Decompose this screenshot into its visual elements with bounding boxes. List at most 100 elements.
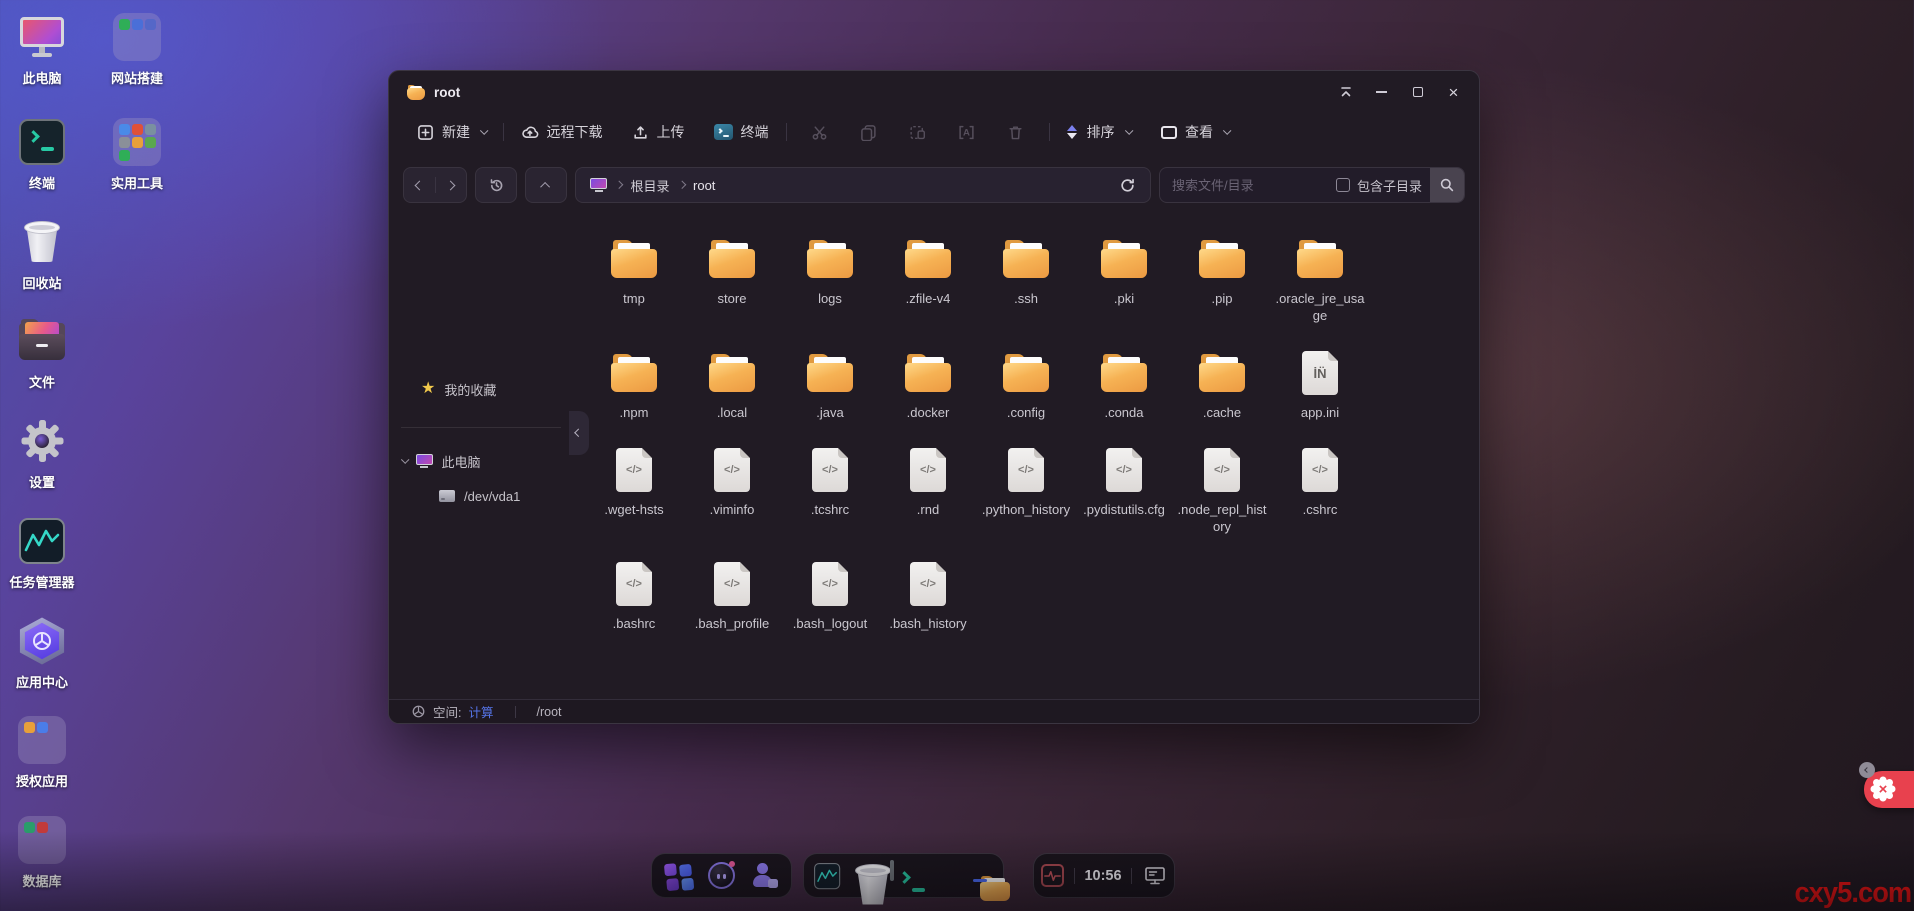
desktop-icon-task-manager[interactable]: 任务管理器 (0, 517, 84, 591)
clock[interactable]: 10:56 (1084, 868, 1121, 884)
robot-icon (708, 862, 735, 889)
folder-icon (905, 354, 951, 392)
desktop-icon-website-building[interactable]: 网站搭建 (95, 13, 179, 87)
system-monitor-button[interactable] (1039, 859, 1065, 893)
file-item-.docker[interactable]: .docker (879, 351, 977, 421)
desktop-icon-label: 设置 (29, 472, 55, 491)
view-label: 查看 (1185, 122, 1213, 142)
settings-task-button[interactable] (927, 859, 957, 893)
sidebar-item-favorites[interactable]: ★ 我的收藏 (421, 376, 496, 402)
forward-icon[interactable] (446, 180, 456, 190)
file-item-.cache[interactable]: .cache (1173, 351, 1271, 421)
file-item-tmp[interactable]: tmp (585, 237, 683, 324)
desktop-icon-this-pc[interactable]: 此电脑 (0, 13, 84, 87)
file-icon: </> (714, 562, 750, 606)
file-item-.java[interactable]: .java (781, 351, 879, 421)
breadcrumb-root[interactable]: 根目录 (631, 176, 670, 195)
minimize-icon[interactable] (1374, 85, 1389, 100)
window-title: root (434, 85, 460, 100)
desktop-icon-label: 网站搭建 (111, 68, 163, 87)
statusbar: 空间: 计算 /root (389, 699, 1479, 723)
cut-icon[interactable] (810, 122, 830, 142)
breadcrumb[interactable]: 根目录 root (575, 167, 1151, 203)
up-button[interactable] (525, 167, 567, 203)
file-manager-task-button[interactable] (965, 859, 995, 893)
back-icon[interactable] (414, 180, 424, 190)
file-name: app.ini (1301, 404, 1339, 421)
include-subdirs-checkbox[interactable] (1336, 178, 1350, 192)
assistant-button[interactable] (707, 859, 737, 893)
new-button[interactable]: 新建 (417, 122, 486, 142)
file-item-app.ini[interactable]: İN̈ app.ini (1271, 351, 1369, 421)
search-input[interactable] (1172, 178, 1336, 193)
file-item-.pip[interactable]: .pip (1173, 237, 1271, 324)
file-item-.oracle_jre_usage[interactable]: .oracle_jre_usage (1271, 237, 1369, 324)
maximize-icon[interactable] (1410, 85, 1425, 100)
file-icon: </> (1204, 448, 1240, 492)
active-indicator (973, 879, 987, 882)
terminal-task-button[interactable] (888, 859, 918, 893)
task-manager-task-button[interactable] (812, 859, 842, 893)
file-name: .local (717, 404, 747, 421)
sidebar-item-this-pc[interactable]: 此电脑 (401, 448, 481, 474)
floating-close-widget[interactable]: × (1864, 771, 1914, 808)
file-item-.pydistutils.cfg[interactable]: </> .pydistutils.cfg (1075, 448, 1173, 535)
upload-button[interactable]: 上传 (632, 122, 685, 142)
widget-collapse-button[interactable] (1859, 762, 1875, 778)
file-item-.bash_profile[interactable]: </> .bash_profile (683, 562, 781, 632)
rename-icon[interactable]: A (957, 122, 977, 142)
expand-chevron-icon[interactable] (401, 456, 409, 464)
refresh-button[interactable] (1119, 177, 1136, 194)
history-button[interactable] (475, 167, 517, 203)
desktop-icon-terminal[interactable]: 终端 (0, 118, 84, 192)
file-item-.bash_history[interactable]: </> .bash_history (879, 562, 977, 632)
file-item-.conda[interactable]: .conda (1075, 351, 1173, 421)
history-nav (403, 167, 467, 203)
sort-button[interactable]: 排序 (1067, 122, 1131, 142)
window-titlebar[interactable]: root × (389, 71, 1479, 113)
rollup-icon[interactable] (1338, 85, 1353, 100)
recycle-bin-task-button[interactable] (850, 859, 880, 893)
view-button[interactable]: 查看 (1161, 122, 1229, 142)
terminal-button[interactable]: 终端 (714, 122, 769, 142)
file-item-.tcshrc[interactable]: </> .tcshrc (781, 448, 879, 535)
file-icon: </> (714, 448, 750, 492)
desktop-icon-licensed-apps[interactable]: 授权应用 (0, 716, 84, 790)
file-item-.ssh[interactable]: .ssh (977, 237, 1075, 324)
file-item-.node_repl_history[interactable]: </> .node_repl_history (1173, 448, 1271, 535)
delete-icon[interactable] (1006, 122, 1026, 142)
file-item-.local[interactable]: .local (683, 351, 781, 421)
history-icon (488, 177, 505, 194)
file-item-.bash_logout[interactable]: </> .bash_logout (781, 562, 879, 632)
file-item-.cshrc[interactable]: </> .cshrc (1271, 448, 1369, 535)
breadcrumb-current[interactable]: root (693, 178, 715, 193)
file-item-.config[interactable]: .config (977, 351, 1075, 421)
paste-icon[interactable] (908, 122, 928, 142)
file-item-.viminfo[interactable]: </> .viminfo (683, 448, 781, 535)
desktop-icon-files[interactable]: 文件 (0, 317, 84, 391)
app-launcher-button[interactable] (664, 859, 694, 893)
search-button[interactable] (1430, 168, 1464, 202)
sidebar-item-drive[interactable]: /dev/vda1 (439, 483, 520, 509)
close-icon[interactable]: × (1446, 85, 1461, 100)
desktop-icon-utilities[interactable]: 实用工具 (95, 118, 179, 192)
remote-download-button[interactable]: 远程下载 (521, 122, 603, 142)
file-item-.rnd[interactable]: </> .rnd (879, 448, 977, 535)
desktop-icon-database[interactable]: 数据库 (0, 816, 84, 890)
file-item-.npm[interactable]: .npm (585, 351, 683, 421)
compute-space-link[interactable]: 计算 (468, 702, 493, 721)
file-item-logs[interactable]: logs (781, 237, 879, 324)
copy-icon[interactable] (859, 122, 879, 142)
favorites-label: 我的收藏 (444, 380, 496, 399)
file-item-.pki[interactable]: .pki (1075, 237, 1173, 324)
file-item-store[interactable]: store (683, 237, 781, 324)
file-item-.bashrc[interactable]: </> .bashrc (585, 562, 683, 632)
desktop-icon-app-center[interactable]: 应用中心 (0, 617, 84, 691)
file-item-.wget-hsts[interactable]: </> .wget-hsts (585, 448, 683, 535)
desktop-icon-settings[interactable]: 设置 (0, 417, 84, 491)
user-center-button[interactable] (749, 859, 779, 893)
remote-desktop-button[interactable] (1141, 859, 1169, 893)
file-item-.zfile-v4[interactable]: .zfile-v4 (879, 237, 977, 324)
desktop-icon-recycle-bin[interactable]: 回收站 (0, 218, 84, 292)
file-item-.python_history[interactable]: </> .python_history (977, 448, 1075, 535)
